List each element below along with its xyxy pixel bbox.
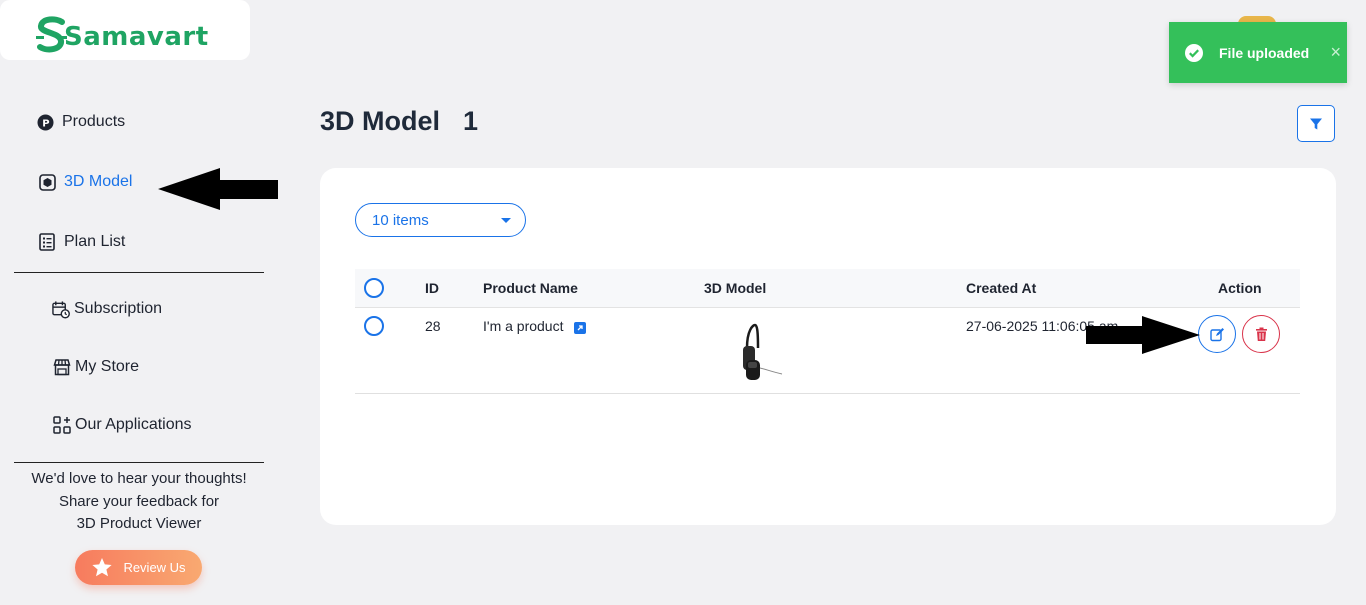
sidebar-item-plan-list[interactable]: Plan List <box>38 233 125 251</box>
page-size-select[interactable]: 10 items <box>355 203 526 237</box>
sidebar-item-subscription[interactable]: Subscription <box>52 300 162 318</box>
sidebar-divider <box>14 462 264 463</box>
edit-icon <box>1209 327 1224 341</box>
row-id: 28 <box>425 318 441 334</box>
column-header-action: Action <box>1218 280 1262 296</box>
chevron-down-icon <box>501 218 511 223</box>
row-divider <box>355 393 1300 394</box>
toast-message: File uploaded <box>1219 44 1310 61</box>
external-link-icon[interactable] <box>573 322 586 334</box>
delete-button[interactable] <box>1242 315 1280 353</box>
annotation-arrow-right <box>1086 316 1200 354</box>
page-title: 3D Model <box>320 106 441 136</box>
product-name-link[interactable]: I'm a product <box>483 318 564 334</box>
sidebar-item-label: Our Applications <box>75 416 192 433</box>
filter-button[interactable] <box>1297 105 1335 142</box>
column-header-3d-model: 3D Model <box>704 280 767 296</box>
store-icon <box>53 358 71 376</box>
feedback-text: We'd love to hear your thoughts! Share y… <box>14 468 264 536</box>
feedback-line: 3D Product Viewer <box>76 515 202 532</box>
apps-grid-icon <box>53 416 71 434</box>
page-size-value: 10 items <box>372 211 429 229</box>
review-us-button[interactable]: Review Us <box>75 550 202 585</box>
sidebar-divider <box>14 272 264 273</box>
column-header-id: ID <box>425 280 439 296</box>
feedback-line: Share your feedback for <box>58 492 220 510</box>
edit-button[interactable] <box>1198 315 1236 353</box>
check-circle-icon <box>1185 43 1203 62</box>
column-header-product-name: Product Name <box>483 280 578 296</box>
list-icon <box>38 233 56 251</box>
column-header-created-at: Created At <box>966 280 1037 296</box>
trash-icon <box>1255 327 1267 341</box>
sidebar-item-label: Products <box>62 113 126 130</box>
sidebar-item-label: Subscription <box>74 300 163 317</box>
sidebar-item-label: My Store <box>75 358 140 375</box>
sidebar-item-my-store[interactable]: My Store <box>53 358 139 376</box>
table-header: ID Product Name 3D Model Created At Acti… <box>355 269 1300 308</box>
review-us-label: Review Us <box>123 560 186 575</box>
sidebar-item-label: Plan List <box>64 233 126 250</box>
feedback-line: We'd love to hear your thoughts! <box>31 470 247 487</box>
sidebar-item-products[interactable]: P Products <box>36 113 125 131</box>
headphones-model-thumbnail[interactable] <box>738 322 784 384</box>
cube-icon <box>38 173 56 191</box>
row-product-name: I'm a product <box>483 318 586 334</box>
close-icon[interactable]: × <box>1330 42 1341 63</box>
products-p-icon: P <box>36 113 54 131</box>
filter-icon <box>1310 118 1322 129</box>
sidebar-item-label: 3D Model <box>64 173 133 190</box>
star-icon <box>92 558 113 577</box>
sidebar-item-3d-model-content[interactable]: 3D Model <box>38 173 132 191</box>
svg-text:P: P <box>42 118 49 129</box>
annotation-arrow-left <box>158 168 278 210</box>
sidebar-item-our-applications[interactable]: Our Applications <box>53 416 192 434</box>
row-checkbox[interactable] <box>364 316 384 336</box>
toast-notification: File uploaded × <box>1169 22 1347 83</box>
calendar-clock-icon <box>52 300 70 318</box>
logo-mark-icon <box>36 16 67 54</box>
brand-name: Samavart <box>64 22 209 52</box>
item-count: 1 <box>463 106 479 136</box>
select-all-checkbox[interactable] <box>364 278 384 298</box>
brand-logo[interactable]: Samavart <box>36 16 209 54</box>
